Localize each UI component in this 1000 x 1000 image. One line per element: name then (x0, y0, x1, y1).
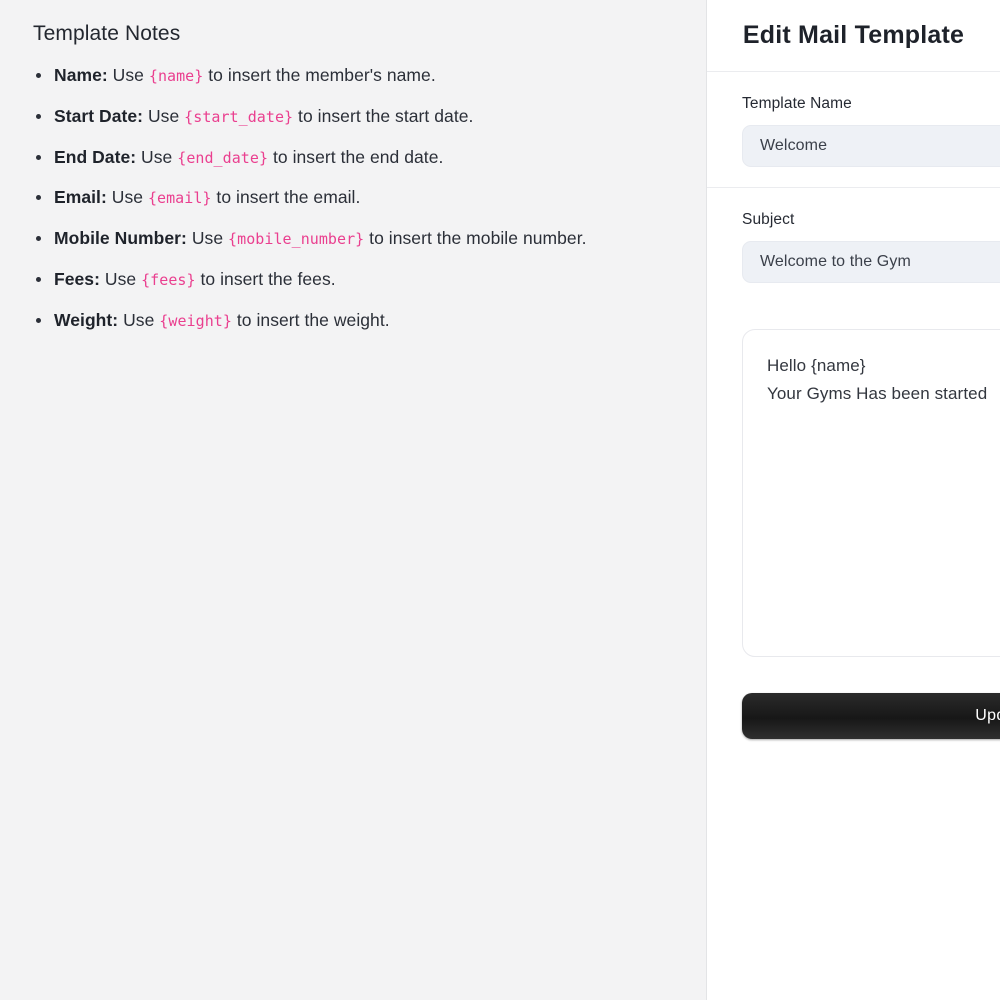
template-note-pre-text: Use (191, 228, 229, 248)
template-note-post-text: to insert the start date. (293, 105, 474, 126)
edit-mail-template-page: Template Notes Name: Use {name} to inser… (0, 0, 1000, 1000)
template-note-variable: {weight} (159, 311, 232, 330)
template-note-pre-text: Use (112, 65, 149, 85)
template-name-label: Template Name (742, 95, 852, 112)
template-note-variable: {end_date} (177, 148, 269, 167)
template-note-label: Fees: (54, 268, 100, 289)
template-notes-panel: Template Notes Name: Use {name} to inser… (0, 0, 707, 1000)
template-note-variable: {name} (148, 67, 204, 85)
subject-label: Subject (742, 211, 795, 228)
template-note-variable: {start_date} (184, 107, 294, 126)
body-field-block: Hello {name} Your Gyms Has been started (707, 303, 1000, 657)
subject-input[interactable]: Welcome to the Gym (742, 241, 1000, 283)
template-note-variable: {mobile_number} (228, 230, 365, 248)
body-textarea[interactable]: Hello {name} Your Gyms Has been started (742, 329, 1000, 657)
submit-block: Update (707, 657, 1000, 739)
template-note-label: Name: (54, 65, 108, 85)
edit-mail-template-card: Edit Mail Template Template Name Welcome… (707, 0, 1000, 1000)
template-note-pre-text: Use (147, 105, 185, 126)
template-note-label: Weight: (54, 309, 119, 330)
template-note-item: Start Date: Use {start_date} to insert t… (0, 105, 706, 128)
template-note-pre-text: Use (123, 309, 160, 330)
subject-field-block: Subject Welcome to the Gym (707, 188, 1000, 303)
template-note-post-text: to insert the email. (211, 187, 361, 208)
template-note-label: Mobile Number: (54, 228, 187, 248)
template-note-pre-text: Use (104, 268, 142, 289)
template-name-input[interactable]: Welcome (742, 125, 1000, 167)
template-note-post-text: to insert the member's name. (203, 65, 436, 85)
template-note-post-text: to insert the fees. (195, 268, 336, 289)
template-notes-title: Template Notes (33, 22, 181, 45)
template-note-item: Name: Use {name} to insert the member's … (0, 64, 706, 87)
template-note-item: Email: Use {email} to insert the email. (0, 186, 706, 209)
template-note-variable: {fees} (141, 270, 196, 289)
template-note-label: Email: (54, 187, 107, 208)
template-note-post-text: to insert the mobile number. (364, 228, 587, 248)
template-note-pre-text: Use (111, 187, 148, 208)
update-button[interactable]: Update (742, 693, 1000, 739)
template-note-post-text: to insert the end date. (268, 146, 444, 167)
template-note-post-text: to insert the weight. (231, 309, 390, 330)
template-note-pre-text: Use (141, 146, 178, 167)
template-notes-list: Name: Use {name} to insert the member's … (0, 64, 706, 331)
template-name-field-block: Template Name Welcome (707, 72, 1000, 188)
template-note-label: End Date: (54, 146, 137, 167)
template-note-item: Fees: Use {fees} to insert the fees. (0, 268, 706, 291)
page-title: Edit Mail Template (742, 21, 965, 49)
card-header: Edit Mail Template (707, 0, 1000, 72)
template-note-item: Weight: Use {weight} to insert the weigh… (0, 309, 706, 332)
template-note-item: End Date: Use {end_date} to insert the e… (0, 146, 706, 169)
template-note-label: Start Date: (54, 105, 144, 126)
template-note-variable: {email} (147, 189, 212, 208)
template-note-item: Mobile Number: Use {mobile_number} to in… (0, 227, 706, 250)
